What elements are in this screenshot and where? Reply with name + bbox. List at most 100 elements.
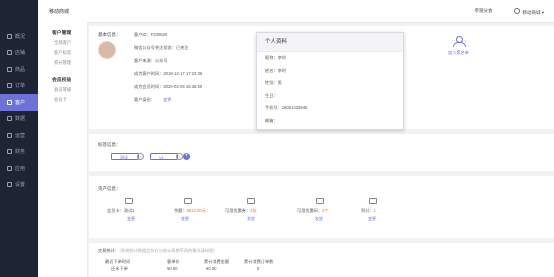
main-nav: 概况 店铺 商品 订单 客户 数据 运营 财务 应用 设置: [0, 22, 38, 277]
asset-label: 余额：5812.00元: [174, 208, 206, 213]
apps-icon: [7, 165, 12, 171]
popover-title: 个人资料: [257, 33, 403, 52]
become-customer-time: 成为客户时间：2019-12-17 17:22:35: [134, 71, 203, 76]
identity-change-link[interactable]: 变更: [163, 97, 171, 102]
subnav-item-member-level[interactable]: 会员等级: [38, 83, 87, 93]
subnav-group-title: 会员权益: [52, 78, 72, 83]
close-icon[interactable]: ×: [137, 153, 144, 160]
nav-item-label: 设置: [15, 182, 26, 189]
asset-change-link[interactable]: 变更: [127, 216, 135, 222]
operations-icon: [7, 132, 12, 138]
nav-item-label: 店铺: [15, 50, 26, 57]
stats-col-header: 累计消费订单数: [244, 259, 274, 264]
finance-icon: [7, 149, 12, 155]
tag-chip[interactable]: V1: [150, 153, 178, 160]
asset-change-link[interactable]: 变更: [181, 216, 189, 222]
coupon-icon: [247, 198, 255, 204]
card-icon: [125, 198, 133, 204]
asset-label: 会员卡：测试1: [107, 208, 135, 213]
section-divider: [89, 171, 554, 176]
add-blacklist-link[interactable]: 加入黑名单: [448, 50, 469, 56]
shop-switch[interactable]: 移动商城 ▾: [514, 8, 544, 16]
nav-item-label: 应用: [15, 165, 26, 172]
stats-col-value: ¥0.00: [206, 266, 217, 271]
tag-chip[interactable]: 测试: [111, 153, 139, 160]
sub-nav: 客户管理 全部客户 客户标签 积分管理 会员权益 会员等级 会员卡: [38, 22, 88, 277]
orders-icon: [7, 83, 12, 89]
nav-item-data[interactable]: 数据: [0, 111, 38, 128]
points-icon: [369, 198, 377, 204]
asset-codes: 可用优惠码：0个 发放: [297, 198, 356, 231]
code-icon: [316, 198, 324, 204]
nav-item-finance[interactable]: 财务: [0, 144, 38, 161]
asset-issue-link[interactable]: 发放: [315, 216, 323, 222]
nav-item-overview[interactable]: 概况: [0, 28, 38, 45]
basic-info-label: 基本信息：: [98, 32, 121, 37]
stats-col-value: 还未下单: [111, 266, 128, 271]
subnav-item-points[interactable]: 积分管理: [38, 56, 87, 66]
stats-col-header: 累计消费金额: [204, 259, 230, 264]
nav-item-label: 概况: [15, 33, 26, 40]
nav-item-customers[interactable]: 客户: [0, 94, 38, 111]
asset-label: 可用优惠码：0个: [297, 208, 329, 213]
top-right-area: 参观分会 移动商城 ▾: [474, 8, 544, 16]
asset-issue-link[interactable]: 发放: [247, 216, 255, 222]
wallet-icon: [184, 198, 192, 204]
top-bar: 移动商城 参观分会 移动商城 ▾: [0, 0, 554, 23]
nav-item-orders[interactable]: 订单: [0, 78, 38, 95]
customer-icon: [7, 99, 12, 105]
customer-id: 客户ID：F330520: [134, 32, 168, 37]
asset-label: 可用优惠券：2张: [225, 208, 257, 213]
logo-area: [0, 0, 38, 22]
nav-item-store[interactable]: 店铺: [0, 45, 38, 62]
gear-icon: [7, 182, 12, 188]
assets-label: 资产信息：: [98, 186, 121, 191]
customer-source: 客户来源：公众号: [134, 58, 168, 63]
app-title: 移动商城: [49, 9, 70, 15]
nav-item-label: 订单: [15, 83, 26, 90]
subnav-group-title: 客户管理: [52, 31, 72, 36]
asset-member-card: 会员卡：测试1 变更: [103, 198, 158, 231]
asset-balance: 余额：5812.00元 变更: [166, 198, 221, 231]
profile-phone: 手机号：18001433945: [265, 105, 308, 111]
stats-col-header: 客单价: [167, 259, 180, 264]
nav-item-apps[interactable]: 应用: [0, 160, 38, 177]
nav-item-settings[interactable]: 设置: [0, 177, 38, 194]
asset-points: 积分：1 变更: [357, 198, 412, 231]
nav-item-label: 数据: [15, 116, 26, 123]
profile-birthday: 生日：: [265, 92, 278, 98]
stats-col-value: ¥0.00: [167, 266, 178, 271]
nav-item-label: 商品: [15, 66, 26, 73]
nav-item-operations[interactable]: 运营: [0, 127, 38, 144]
data-icon: [7, 116, 12, 122]
add-tag-button[interactable]: +: [183, 153, 190, 160]
stats-col-header: 最近下单时间: [105, 259, 131, 264]
asset-change-link[interactable]: 变更: [368, 216, 376, 222]
stats-label: 交易统计：（系统统计数据会存在与统计周期不同的情况请知悉）: [98, 248, 218, 253]
asset-coupons: 可用优惠券：2张 发放: [225, 198, 284, 231]
goods-icon: [7, 66, 12, 72]
avatar: [98, 41, 116, 59]
nav-item-goods[interactable]: 商品: [0, 61, 38, 78]
wechat-status: 微信公众号关注状态：已关注: [134, 45, 189, 50]
subnav-item-all-customers[interactable]: 全部客户: [38, 36, 87, 46]
overview-icon: [7, 33, 12, 39]
close-icon[interactable]: ×: [176, 153, 183, 160]
profile-gender: 性别：男: [265, 80, 282, 86]
subnav-item-customer-tags[interactable]: 客户标签: [38, 46, 87, 56]
store-icon: [514, 8, 521, 14]
customer-identity: 客户身份： 变更: [134, 97, 172, 102]
section-divider: [89, 238, 554, 243]
store-icon: [7, 50, 12, 56]
become-member-time: 成为会员时间：2020-02-04 16:36:50: [134, 84, 203, 89]
shop-name[interactable]: 参观分会: [474, 8, 492, 16]
subnav-item-member-card[interactable]: 会员卡: [38, 93, 87, 103]
stats-col-value: 0: [257, 266, 260, 271]
asset-label: 积分：1: [361, 208, 376, 213]
profile-nickname: 昵称：李时: [265, 55, 286, 60]
nav-item-label: 客户: [15, 99, 26, 106]
profile-popover: 个人资料 昵称：李时 姓名：李时 性别：男 生日： 手机号：1800143394…: [256, 32, 404, 130]
profile-email: 邮箱：: [265, 117, 278, 123]
tags-label: 标签信息：: [98, 142, 121, 147]
profile-name: 姓名：李时: [265, 67, 286, 73]
